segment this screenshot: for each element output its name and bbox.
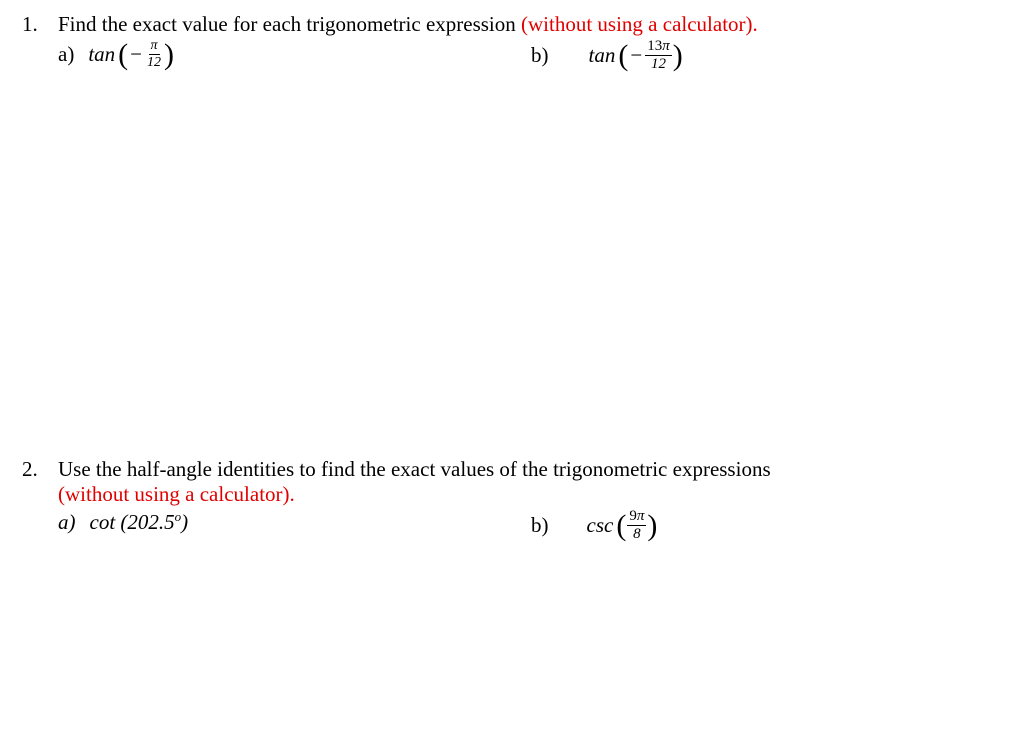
problem-2b-label: b)	[531, 513, 549, 538]
close-paren: )	[673, 45, 683, 66]
problem-2: 2. Use the half-angle identities to find…	[20, 457, 1004, 542]
problem-2-header: 2. Use the half-angle identities to find…	[20, 457, 1004, 507]
close-paren: )	[647, 515, 657, 536]
problem-2-subproblems: a) cot (202.5o) b) csc ( 9π 8 )	[20, 509, 1004, 542]
cot-inner: (202.5o)	[120, 510, 188, 534]
problem-1-text-plain: Find the exact value for each trigonomet…	[58, 12, 521, 36]
problem-2a-expression: cot (202.5o)	[90, 509, 189, 535]
problem-1a-label: a)	[58, 42, 74, 67]
open-paren: (	[118, 44, 128, 65]
problem-2-text: Use the half-angle identities to find th…	[58, 457, 1004, 507]
numer-9pi: 9π	[629, 508, 644, 524]
open-paren: (	[616, 515, 626, 536]
fraction-pi-12: π 12	[145, 39, 163, 70]
tan-function: tan	[589, 43, 616, 68]
problem-2-number: 2.	[20, 457, 58, 482]
close-paren: )	[164, 44, 174, 65]
open-paren: (	[618, 45, 628, 66]
numer-13pi: 13π	[647, 38, 670, 54]
denom-12: 12	[649, 56, 668, 72]
problem-2b: b) csc ( 9π 8 )	[531, 509, 1004, 542]
minus-sign: −	[630, 43, 642, 68]
cot-function: cot	[90, 510, 116, 534]
minus-sign: −	[130, 42, 142, 67]
problem-2b-expression: csc ( 9π 8 )	[587, 509, 658, 542]
denom-8: 8	[631, 526, 643, 542]
problem-1a-expression: tan ( − π 12 )	[88, 39, 174, 70]
problem-2a: a) cot (202.5o)	[58, 509, 531, 542]
problem-1-text-red: (without using a calculator).	[521, 12, 758, 36]
denom-12: 12	[145, 55, 163, 70]
csc-function: csc	[587, 513, 614, 538]
problem-1b: b) tan ( − 13π 12 )	[531, 39, 1004, 72]
problem-1a: a) tan ( − π 12 )	[58, 39, 531, 72]
problem-2a-label: a)	[58, 510, 76, 535]
problem-1b-expression: tan ( − 13π 12 )	[589, 39, 683, 72]
problem-2-text-plain: Use the half-angle identities to find th…	[58, 457, 771, 481]
fraction-13pi-12: 13π 12	[645, 39, 672, 72]
problem-2-text-red: (without using a calculator).	[58, 482, 295, 506]
problem-1-subproblems: a) tan ( − π 12 ) b) tan ( − 13π 12	[20, 39, 1004, 72]
problem-1b-label: b)	[531, 43, 549, 68]
problem-1-header: 1. Find the exact value for each trigono…	[20, 12, 1004, 37]
tan-function: tan	[88, 42, 115, 67]
problem-1-text: Find the exact value for each trigonomet…	[58, 12, 1004, 37]
pi-symbol: π	[151, 38, 158, 53]
fraction-9pi-8: 9π 8	[627, 509, 646, 542]
problem-1: 1. Find the exact value for each trigono…	[20, 12, 1004, 72]
problem-1-number: 1.	[20, 12, 58, 37]
